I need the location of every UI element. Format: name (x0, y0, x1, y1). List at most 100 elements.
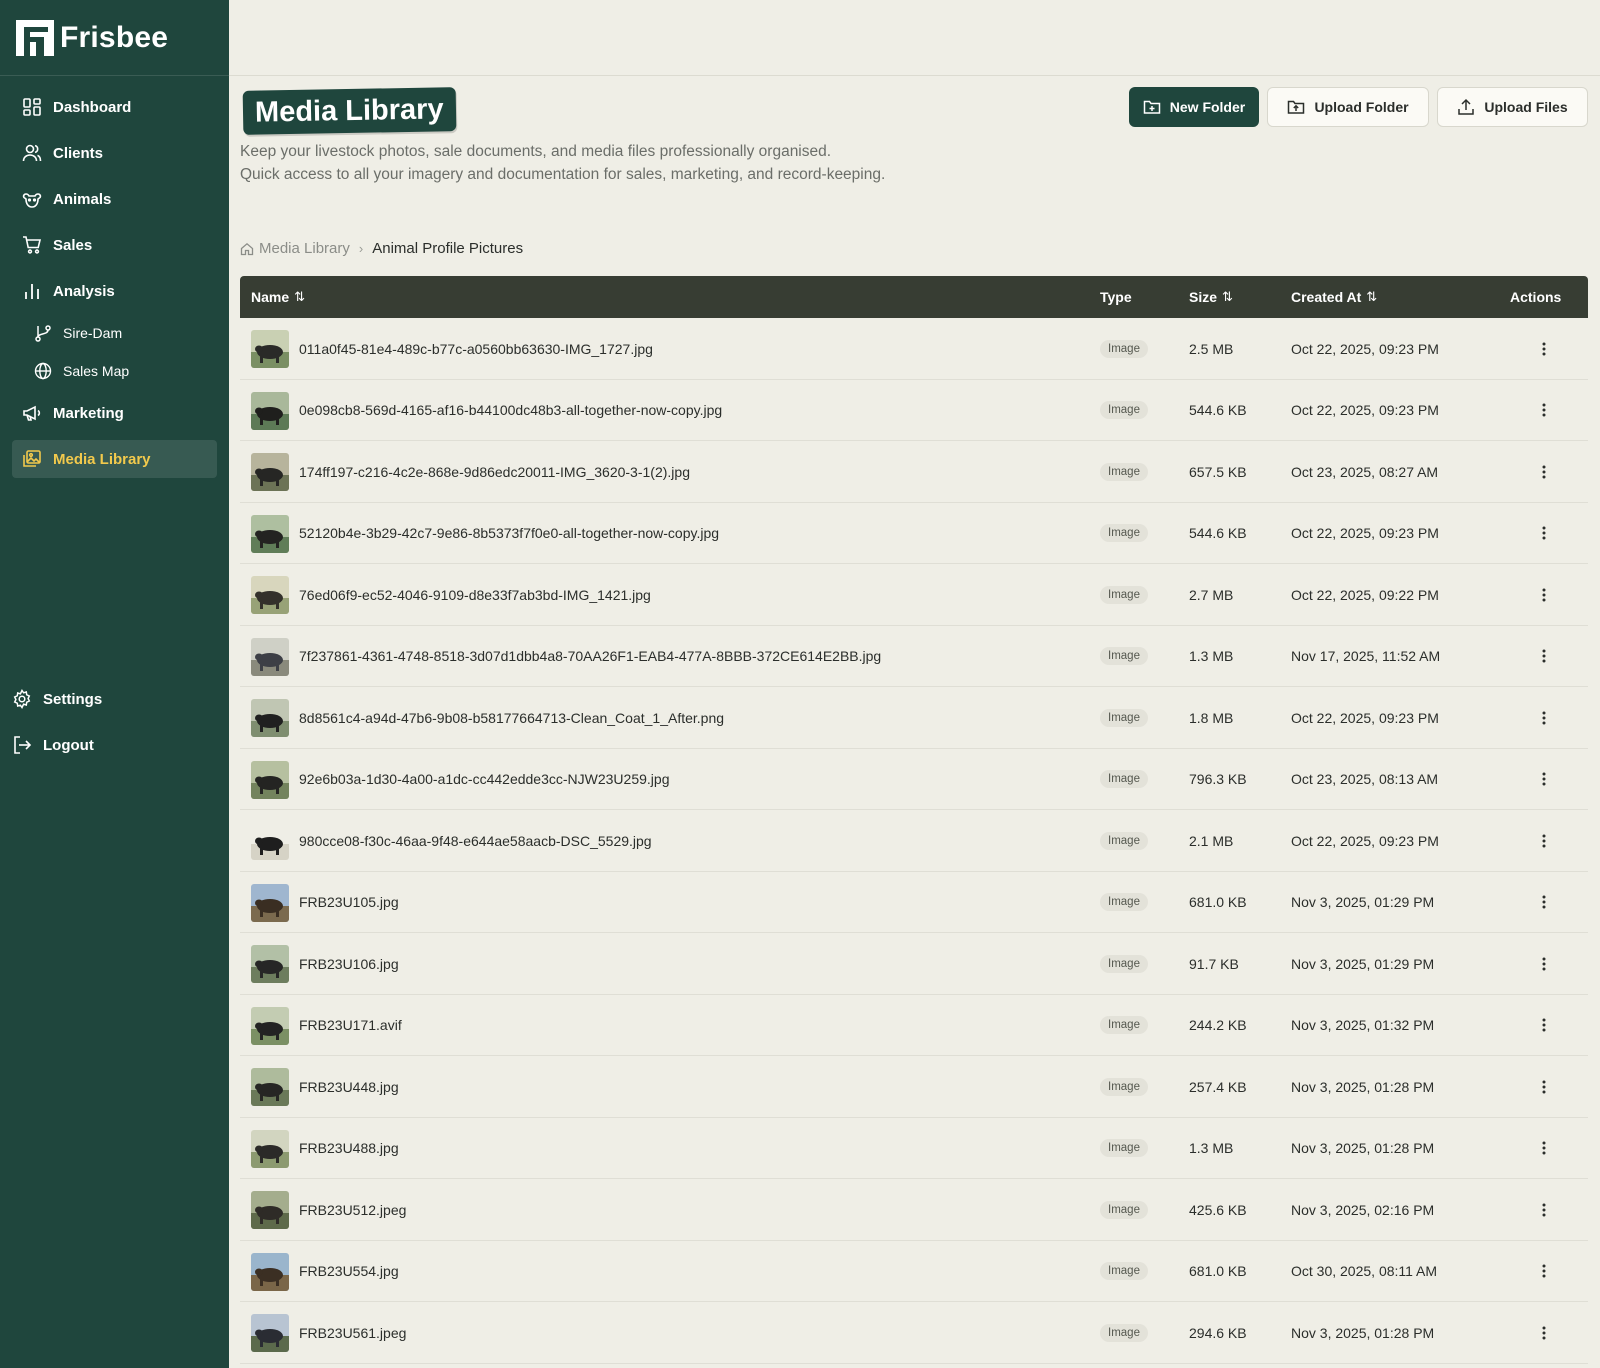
more-options-icon[interactable] (1533, 1137, 1555, 1159)
file-name[interactable]: 92e6b03a-1d30-4a00-a1dc-cc442edde3cc-NJW… (299, 749, 669, 810)
file-name[interactable]: 76ed06f9-ec52-4046-9109-d8e33f7ab3bd-IMG… (299, 564, 651, 625)
upload-files-button[interactable]: Upload Files (1437, 87, 1588, 127)
table-row[interactable]: FRB23U448.jpg Image 257.4 KB Nov 3, 2025… (240, 1056, 1588, 1118)
thumbnail-image[interactable] (251, 514, 289, 553)
table-row[interactable]: 8d8561c4-a94d-47b6-9b08-b58177664713-Cle… (240, 687, 1588, 749)
table-row[interactable]: 7f237861-4361-4748-8518-3d07d1dbb4a8-70A… (240, 625, 1588, 687)
table-row[interactable]: FRB23U561.jpeg Image 294.6 KB Nov 3, 202… (240, 1302, 1588, 1364)
file-name[interactable]: FRB23U171.avif (299, 995, 402, 1056)
more-options-icon[interactable] (1533, 891, 1555, 913)
file-name[interactable]: 011a0f45-81e4-489c-b77c-a0560bb63630-IMG… (299, 318, 653, 379)
table-row[interactable]: 76ed06f9-ec52-4046-9109-d8e33f7ab3bd-IMG… (240, 564, 1588, 626)
breadcrumb-root[interactable]: Media Library (259, 240, 350, 257)
sidebar-item-sire-dam[interactable]: Sire-Dam (12, 318, 217, 348)
sidebar-item-animals[interactable]: Animals (12, 180, 217, 218)
table-row[interactable]: FRB23U554.jpg Image 681.0 KB Oct 30, 202… (240, 1240, 1588, 1302)
more-options-icon[interactable] (1533, 953, 1555, 975)
sidebar-item-label: Dashboard (53, 98, 132, 116)
table-row[interactable]: FRB23U512.jpeg Image 425.6 KB Nov 3, 202… (240, 1179, 1588, 1241)
thumbnail-image[interactable] (251, 1068, 289, 1106)
type-badge: Image (1100, 1016, 1148, 1034)
more-options-icon[interactable] (1533, 1322, 1555, 1344)
file-size: 257.4 KB (1189, 1078, 1247, 1095)
created-at: Oct 22, 2025, 09:22 PM (1291, 586, 1439, 603)
thumbnail-image[interactable] (251, 1006, 289, 1045)
more-options-icon[interactable] (1533, 645, 1555, 667)
file-name[interactable]: FRB23U512.jpeg (299, 1179, 406, 1240)
table-row[interactable]: FRB23U488.jpg Image 1.3 MB Nov 3, 2025, … (240, 1117, 1588, 1179)
file-name[interactable]: 980cce08-f30c-46aa-9f48-e644ae58aacb-DSC… (299, 810, 652, 871)
thumbnail-image[interactable] (251, 1129, 289, 1168)
file-name[interactable]: FRB23U448.jpg (299, 1056, 399, 1117)
thumbnail-image[interactable] (251, 1314, 289, 1352)
type-cell: Image (1100, 1056, 1148, 1117)
file-name[interactable]: FRB23U488.jpg (299, 1118, 399, 1179)
file-name[interactable]: 174ff197-c216-4c2e-868e-9d86edc20011-IMG… (299, 441, 690, 502)
more-options-icon[interactable] (1533, 1076, 1555, 1098)
thumbnail-image[interactable] (251, 699, 289, 737)
thumbnail-image[interactable] (251, 1252, 289, 1291)
more-options-icon[interactable] (1533, 830, 1555, 852)
more-options-icon[interactable] (1533, 584, 1555, 606)
table-row[interactable]: 980cce08-f30c-46aa-9f48-e644ae58aacb-DSC… (240, 810, 1588, 872)
file-name[interactable]: FRB23U106.jpg (299, 933, 399, 994)
table-row[interactable]: FRB23U171.avif Image 244.2 KB Nov 3, 202… (240, 994, 1588, 1056)
sidebar-item-marketing[interactable]: Marketing (12, 394, 217, 432)
file-name[interactable]: FRB23U561.jpeg (299, 1302, 406, 1363)
file-name[interactable]: FRB23U554.jpg (299, 1241, 399, 1302)
table-row[interactable]: FRB23U106.jpg Image 91.7 KB Nov 3, 2025,… (240, 933, 1588, 995)
more-options-icon[interactable] (1533, 522, 1555, 544)
more-options-icon[interactable] (1533, 1260, 1555, 1282)
brand[interactable]: Frisbee (0, 0, 229, 76)
thumbnail-image[interactable] (251, 760, 289, 799)
column-name-header[interactable]: Name ⇅ (251, 276, 305, 318)
sidebar-item-logout[interactable]: Logout (0, 726, 217, 764)
new-folder-button[interactable]: New Folder (1129, 87, 1259, 127)
file-name[interactable]: 7f237861-4361-4748-8518-3d07d1dbb4a8-70A… (299, 626, 881, 687)
column-size-header[interactable]: Size ⇅ (1189, 276, 1233, 318)
table-row[interactable]: FRB23U105.jpg Image 681.0 KB Nov 3, 2025… (240, 871, 1588, 933)
thumbnail-image[interactable] (251, 576, 289, 614)
table-row[interactable]: 011a0f45-81e4-489c-b77c-a0560bb63630-IMG… (240, 318, 1588, 380)
table-row[interactable]: 52120b4e-3b29-42c7-9e86-8b5373f7f0e0-all… (240, 502, 1588, 564)
sidebar-item-settings[interactable]: Settings (0, 680, 217, 718)
type-badge: Image (1100, 647, 1148, 665)
table-row[interactable]: 0e098cb8-569d-4165-af16-b44100dc48b3-all… (240, 379, 1588, 441)
more-options-icon[interactable] (1533, 461, 1555, 483)
table-row[interactable]: 174ff197-c216-4c2e-868e-9d86edc20011-IMG… (240, 441, 1588, 503)
sidebar-item-clients[interactable]: Clients (12, 134, 217, 172)
more-options-icon[interactable] (1533, 1199, 1555, 1221)
sidebar-item-sales[interactable]: Sales (12, 226, 217, 264)
more-options-icon[interactable] (1533, 707, 1555, 729)
sidebar-item-media-library[interactable]: Media Library (12, 440, 217, 478)
type-badge: Image (1100, 401, 1148, 419)
file-name[interactable]: 52120b4e-3b29-42c7-9e86-8b5373f7f0e0-all… (299, 503, 719, 564)
more-options-icon[interactable] (1533, 338, 1555, 360)
thumbnail-image[interactable] (251, 822, 289, 860)
upload-folder-button[interactable]: Upload Folder (1267, 87, 1429, 127)
sidebar-item-sales-map[interactable]: Sales Map (12, 356, 217, 386)
thumbnail-image[interactable] (251, 1191, 289, 1229)
sidebar-item-analysis[interactable]: Analysis (12, 272, 217, 310)
file-name[interactable]: FRB23U105.jpg (299, 872, 399, 933)
file-name[interactable]: 8d8561c4-a94d-47b6-9b08-b58177664713-Cle… (299, 687, 724, 748)
type-badge: Image (1100, 831, 1148, 850)
thumbnail-image[interactable] (251, 330, 289, 368)
column-created-header[interactable]: Created At ⇅ (1291, 276, 1377, 318)
thumbnail-image[interactable] (251, 945, 289, 983)
type-cell: Image (1100, 687, 1148, 748)
thumbnail-image[interactable] (251, 637, 289, 676)
actions-cell (1533, 1056, 1555, 1117)
thumbnail-image[interactable] (251, 453, 289, 491)
more-options-icon[interactable] (1533, 1014, 1555, 1036)
more-options-icon[interactable] (1533, 399, 1555, 421)
thumbnail-image[interactable] (251, 391, 289, 430)
subtitle-line: Quick access to all your imagery and doc… (240, 166, 886, 183)
file-name[interactable]: 0e098cb8-569d-4165-af16-b44100dc48b3-all… (299, 380, 722, 441)
sidebar-item-dashboard[interactable]: Dashboard (12, 88, 217, 126)
table-row[interactable]: 92e6b03a-1d30-4a00-a1dc-cc442edde3cc-NJW… (240, 748, 1588, 810)
gear-icon (12, 689, 32, 709)
file-size: 796.3 KB (1189, 771, 1247, 787)
thumbnail-image[interactable] (251, 883, 289, 922)
more-options-icon[interactable] (1533, 768, 1555, 790)
